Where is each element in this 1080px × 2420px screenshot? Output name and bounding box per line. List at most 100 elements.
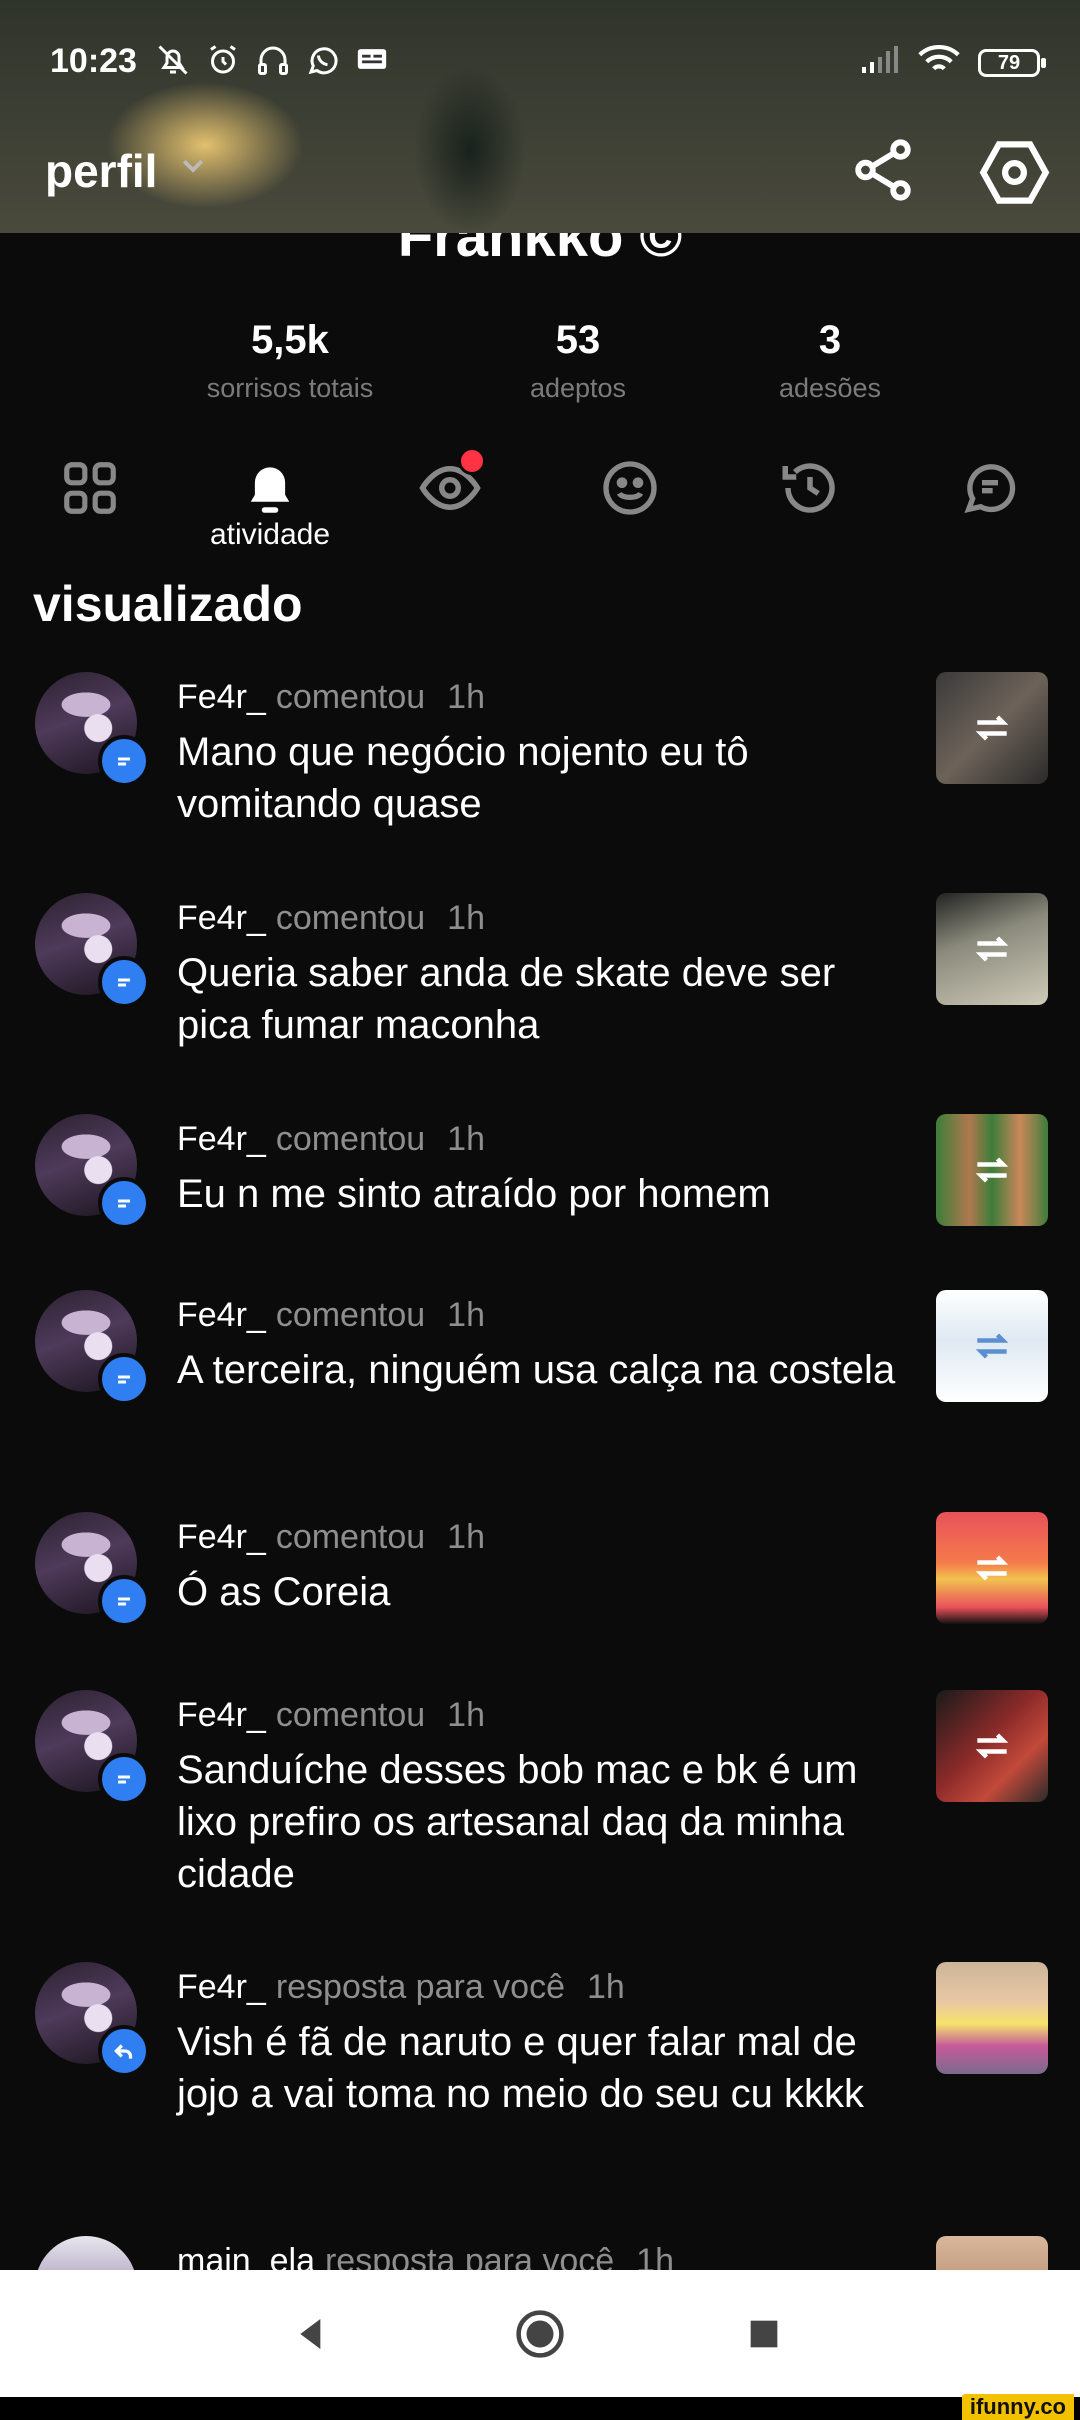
item-time: 1h [447, 1696, 485, 1734]
item-time: 1h [447, 899, 485, 937]
item-action: comentou [275, 1296, 426, 1334]
repost-icon [975, 1333, 1009, 1359]
stat-value: 53 [555, 318, 601, 362]
history-icon [777, 455, 843, 526]
item-time: 1h [636, 2242, 674, 2270]
tab-smiles[interactable] [585, 450, 675, 530]
item-user[interactable]: main_ela [177, 2242, 315, 2270]
item-action: comentou [275, 1696, 426, 1734]
grid-icon [59, 457, 121, 524]
bell-off-icon [155, 42, 191, 83]
list-item[interactable]: Fe4r_ comentou 1h Ó as Coreia [0, 1512, 1080, 1632]
reply-badge-icon [98, 2025, 150, 2077]
stat-followers[interactable]: 53 adeptos [458, 318, 698, 404]
chevron-down-icon[interactable] [178, 150, 208, 185]
item-thumbnail[interactable] [936, 893, 1048, 1005]
repost-icon [975, 936, 1009, 962]
username: Frankko © [397, 233, 683, 268]
chat-icon [958, 456, 1022, 525]
item-meta: Fe4r_ comentou 1h [177, 1696, 485, 1735]
item-user[interactable]: Fe4r_ [177, 1696, 266, 1734]
watermark: ifunny.co [961, 2394, 1074, 2420]
item-comment: Vish é fã de naruto e quer falar mal de … [177, 2020, 865, 2116]
list-item-partial[interactable]: main_ela resposta para você 1h [0, 2230, 1080, 2270]
item-time: 1h [447, 678, 485, 716]
item-meta: main_ela resposta para você 1h [177, 2242, 674, 2270]
item-thumbnail[interactable] [936, 1290, 1048, 1402]
item-comment: Eu n me sinto atraído por homem [177, 1172, 771, 1216]
item-thumbnail[interactable] [936, 2236, 1048, 2270]
repost-icon [975, 1555, 1009, 1581]
signal-icon [860, 45, 900, 80]
item-meta: Fe4r_ comentou 1h [177, 1296, 485, 1335]
item-comment: Queria saber anda de skate deve ser pica… [177, 951, 836, 1047]
status-icons-right: 79 [860, 44, 1046, 81]
item-user[interactable]: Fe4r_ [177, 1120, 266, 1158]
item-comment: Ó as Coreia [177, 1570, 391, 1614]
stat-smiles[interactable]: 5,5k sorrisos totais [170, 318, 410, 404]
item-meta: Fe4r_ comentou 1h [177, 1120, 485, 1159]
notification-dot [458, 447, 486, 475]
comment-badge-icon [98, 1575, 150, 1627]
stat-value: 5,5k [251, 318, 329, 362]
item-time: 1h [587, 1968, 625, 2006]
wifi-icon [918, 44, 960, 81]
alarm-icon [205, 42, 241, 83]
item-thumbnail[interactable] [936, 1962, 1048, 2074]
list-item[interactable]: Fe4r_ comentou 1h Eu n me sinto atraído po… [0, 1114, 1080, 1234]
recents-icon[interactable] [732, 2302, 796, 2366]
comment-badge-icon [98, 1177, 150, 1229]
item-user[interactable]: Fe4r_ [177, 1518, 266, 1556]
comment-badge-icon [98, 956, 150, 1008]
repost-icon [975, 715, 1009, 741]
item-action: resposta para você [324, 2242, 615, 2270]
tab-activity-label: atividade [209, 518, 331, 551]
list-item[interactable]: Fe4r_ comentou 1h Queria saber anda de ska… [0, 893, 1080, 1047]
item-comment: A terceira, ninguém usa calça na costela [177, 1348, 896, 1392]
avatar[interactable] [35, 2236, 137, 2270]
header-background: 10:23 79 perfil [0, 0, 1080, 233]
username-clip: Frankko © [0, 233, 1080, 268]
stat-label: adesões [778, 373, 882, 403]
back-icon[interactable] [280, 2302, 344, 2366]
item-user[interactable]: Fe4r_ [177, 899, 266, 937]
home-icon[interactable] [508, 2302, 572, 2366]
item-user[interactable]: Fe4r_ [177, 1968, 266, 2006]
settings-hexagon-icon[interactable] [977, 135, 1052, 210]
smiley-icon [598, 456, 662, 525]
item-thumbnail[interactable] [936, 1690, 1048, 1802]
item-user[interactable]: Fe4r_ [177, 1296, 266, 1334]
list-item[interactable]: Fe4r_ comentou 1h A terceira, ninguém usa … [0, 1290, 1080, 1420]
item-comment: Sanduíche desses bob mac e bk é um lixo … [177, 1748, 858, 1896]
tab-history[interactable] [765, 450, 855, 530]
list-item[interactable]: Fe4r_ resposta para você 1h Vish é fã de n… [0, 1962, 1080, 2142]
list-item[interactable]: Fe4r_ comentou 1h Sanduíche desses bob mac… [0, 1690, 1080, 1896]
item-meta: Fe4r_ resposta para você 1h [177, 1968, 625, 2007]
share-icon[interactable] [848, 135, 918, 205]
status-bar: 10:23 79 [0, 0, 1080, 130]
bottom-strip [0, 2397, 1080, 2420]
item-meta: Fe4r_ comentou 1h [177, 1518, 485, 1557]
stat-value: 3 [818, 318, 842, 362]
bell-icon [237, 455, 303, 526]
stat-subscriptions[interactable]: 3 adesões [710, 318, 950, 404]
item-comment: Mano que negócio nojento eu tô vomitando… [177, 730, 749, 826]
item-time: 1h [447, 1296, 485, 1334]
status-time: 10:23 [50, 42, 137, 80]
item-action: comentou [275, 678, 426, 716]
item-thumbnail[interactable] [936, 1512, 1048, 1624]
contact-card-icon [355, 42, 389, 83]
comment-badge-icon [98, 1753, 150, 1805]
list-item[interactable]: Fe4r_ comentou 1h Mano que negócio nojento… [0, 672, 1080, 826]
repost-icon [975, 1733, 1009, 1759]
item-user[interactable]: Fe4r_ [177, 678, 266, 716]
item-time: 1h [447, 1518, 485, 1556]
whatsapp-icon [305, 42, 341, 83]
item-thumbnail[interactable] [936, 1114, 1048, 1226]
page-title[interactable]: perfil [45, 144, 157, 198]
item-action: comentou [275, 899, 426, 937]
comment-badge-icon [98, 735, 150, 787]
tab-comments[interactable] [945, 450, 1035, 530]
tab-grid[interactable] [45, 450, 135, 530]
item-thumbnail[interactable] [936, 672, 1048, 784]
